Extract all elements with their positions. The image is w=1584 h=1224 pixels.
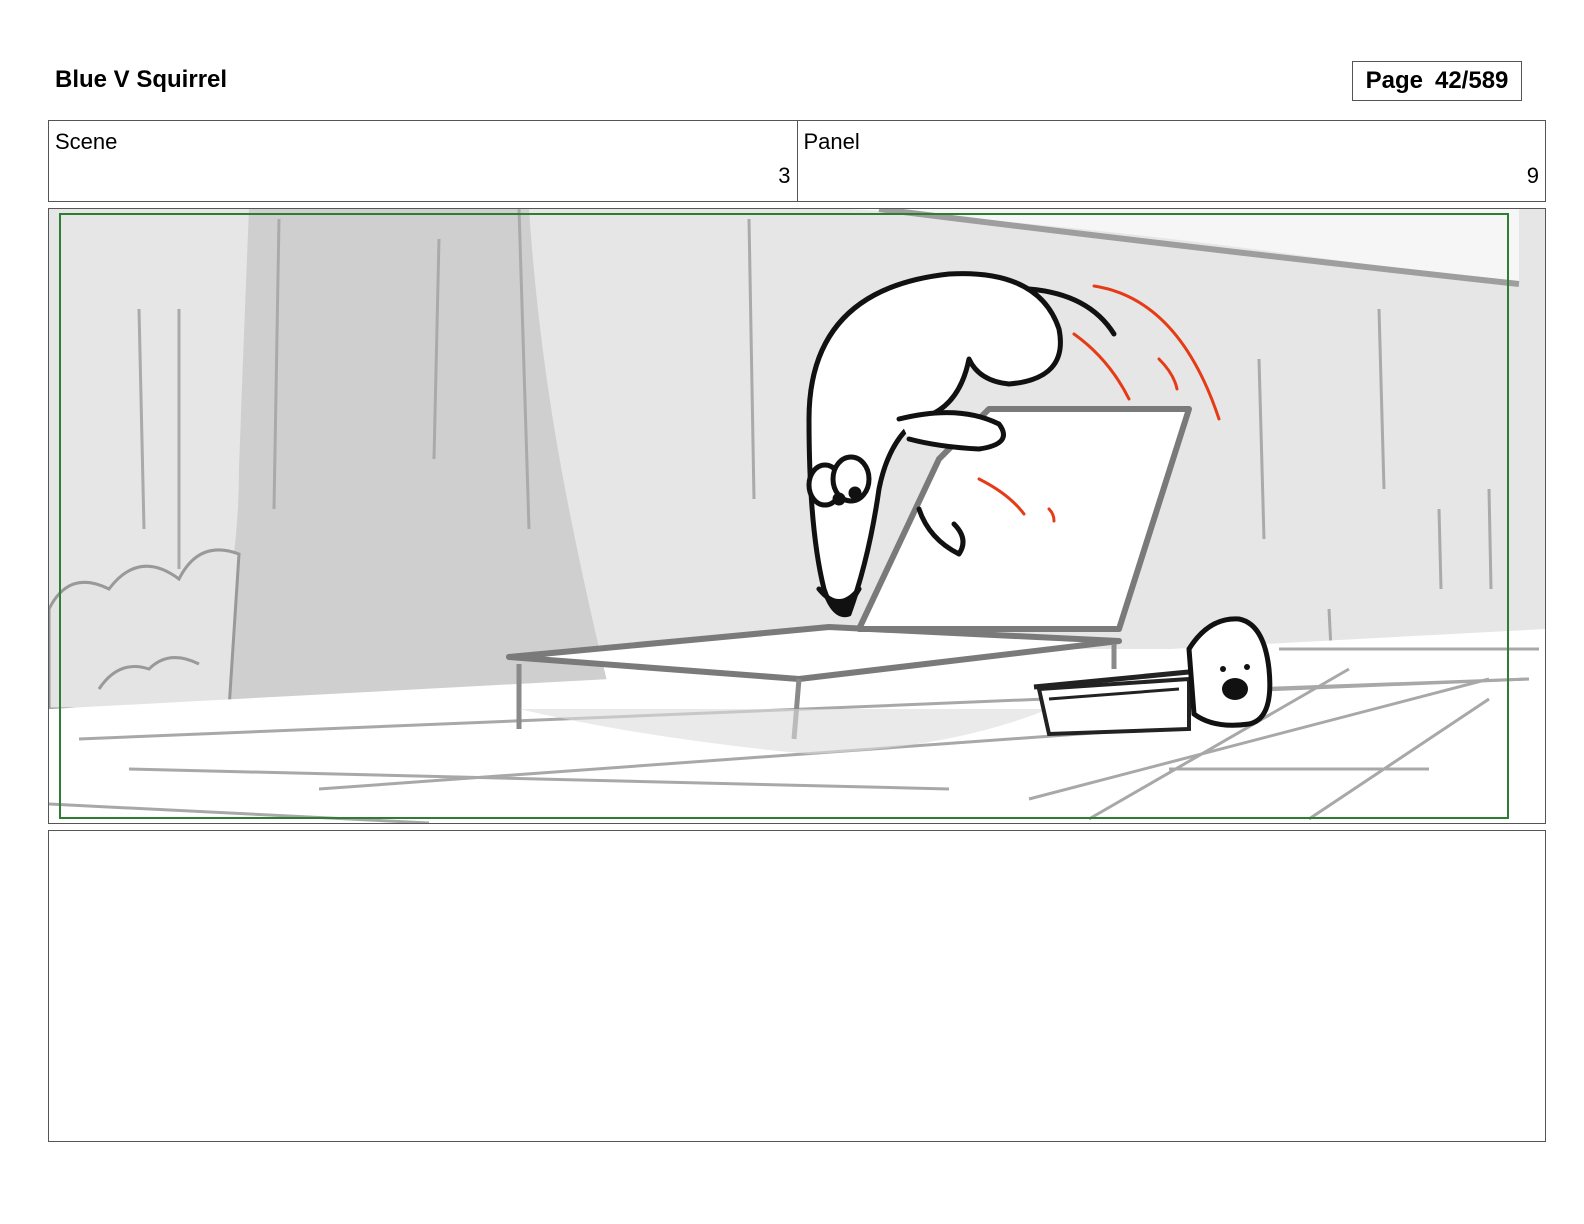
storyboard-panel bbox=[48, 208, 1546, 824]
scene-label: Scene bbox=[55, 129, 118, 154]
panel-value: 9 bbox=[1526, 163, 1539, 188]
scene-cell: Scene 3 bbox=[49, 121, 797, 201]
notes-box[interactable] bbox=[48, 830, 1546, 1142]
panel-label: Panel bbox=[803, 129, 860, 154]
page-number: 42/589 bbox=[1434, 67, 1509, 94]
page-label: Page bbox=[1365, 67, 1423, 94]
scene-value: 3 bbox=[778, 163, 791, 188]
storyboard-title: Blue V Squirrel bbox=[55, 66, 228, 93]
panel-drawing bbox=[49, 209, 1545, 823]
page-indicator: Page 42/589 bbox=[1352, 61, 1522, 101]
panel-cell: Panel 9 bbox=[796, 121, 1546, 201]
scene-panel-info: Scene 3 Panel 9 bbox=[48, 120, 1546, 202]
